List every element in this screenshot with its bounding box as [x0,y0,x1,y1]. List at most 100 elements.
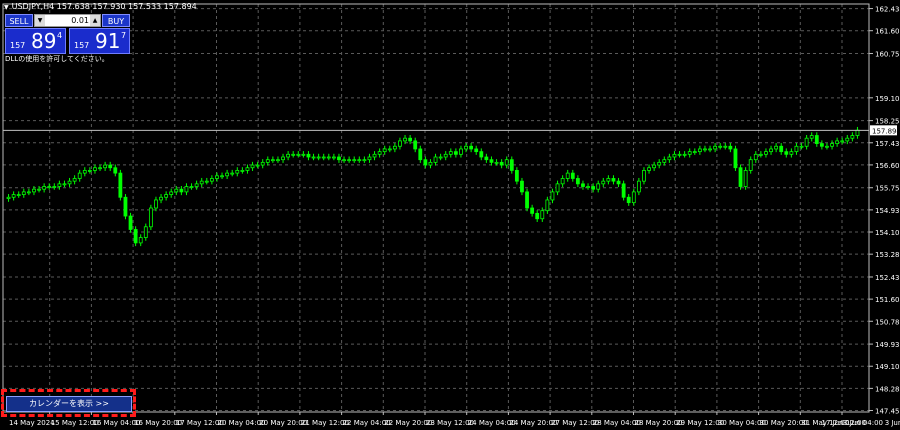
candle-body [738,167,743,187]
candle-body [545,199,550,212]
x-tick-label: 14 May 2024 [9,419,55,427]
candle-body [586,186,590,188]
candle-body [204,180,209,183]
y-tick-label: 160.755 [875,51,900,59]
dll-notice: DLLの使用を許可してください。 [5,55,109,63]
candle-body [855,129,860,136]
candle-body [677,153,682,156]
candle-body [540,210,545,220]
candle-body [382,148,387,153]
candle-body [387,148,392,151]
candle-body [255,164,260,167]
candle-body [494,161,499,164]
show-calendar-button[interactable]: カレンダーを表示 >> [6,396,132,412]
candle-body [662,159,667,163]
candle-body [764,151,768,155]
candle-body [418,148,423,161]
candle-body [514,170,519,182]
candle-body [652,164,657,169]
candle-body [21,191,26,195]
candle-body [174,188,179,193]
candle-body [118,172,123,198]
candle-body [535,212,540,220]
candle-body [611,178,616,182]
candle-body [728,145,733,150]
candle-body [840,140,845,143]
candle-body [143,226,148,238]
candle-body [565,172,570,179]
candle-body [530,207,535,214]
candle-body [713,145,718,150]
candle-body [804,137,809,147]
sell-price-button[interactable]: 157 89 4 [5,28,66,54]
candle-body [504,159,509,166]
lot-size-input[interactable] [46,15,89,26]
candle-body [433,156,438,163]
buy-button[interactable]: BUY [102,14,130,27]
candle-body [250,164,255,169]
triangle-icon: ▼ [4,4,9,11]
candle-body [164,194,169,198]
candle-body [835,140,840,144]
candle-body [87,170,92,172]
candle-body [723,145,728,148]
candle-body [72,178,77,182]
y-tick-label: 157.430 [875,140,900,148]
candle-body [77,172,82,179]
candle-body [570,172,575,179]
candle-body [753,153,758,161]
candle-body [57,183,62,187]
lot-decrease-icon[interactable]: ▼ [35,15,45,26]
candle-body [342,159,346,162]
candle-body [82,170,87,174]
candle-body [784,151,789,155]
candle-body [769,148,773,153]
y-tick-label: 156.605 [875,162,900,170]
candle-body [845,137,850,142]
candle-body [260,161,265,166]
candle-body [448,151,453,155]
candle-body [133,229,138,244]
candle-body [423,159,428,166]
candle-body [748,159,753,171]
buy-price-button[interactable]: 157 91 7 [69,28,130,54]
candle-body [525,191,529,209]
candle-body [6,196,11,200]
candle-body [743,170,748,187]
candle-body [296,153,301,156]
candle-body [453,151,458,155]
candle-body [708,148,712,151]
candle-body [265,159,270,163]
lot-size-stepper: ▼ ▲ [34,14,101,27]
candle-body [331,156,336,159]
symbol-info: ▼ USDJPY,H4 157.638 157.930 157.533 157.8… [4,2,197,11]
candle-body [789,151,794,155]
candle-body [347,159,352,162]
candle-body [509,159,514,171]
candle-body [62,183,67,186]
candle-body [687,151,692,155]
candle-body [108,164,113,169]
candle-body [123,196,128,217]
sell-price-big: 89 [31,29,57,53]
candle-body [692,151,697,154]
candle-body [286,153,291,158]
candle-body [443,153,448,158]
candle-body [489,159,494,163]
sell-button[interactable]: SELL [5,14,33,27]
candle-body [438,156,443,159]
candle-body [484,156,489,161]
candle-body [337,156,341,161]
symbol-info-text: USDJPY,H4 157.638 157.930 157.533 157.89… [11,2,197,11]
candle-body [169,191,174,195]
y-tick-label: 161.605 [875,28,900,36]
candle-body [616,180,621,185]
lot-increase-icon[interactable]: ▲ [90,15,100,26]
candle-body [362,159,367,162]
candle-body [703,148,707,151]
price-chart[interactable]: 162.430 161.605 160.755 159.105 158.255 157.4… [0,0,900,430]
candle-body [316,156,321,159]
candle-body [352,159,357,162]
candle-body [830,143,834,147]
candle-body [779,145,784,153]
